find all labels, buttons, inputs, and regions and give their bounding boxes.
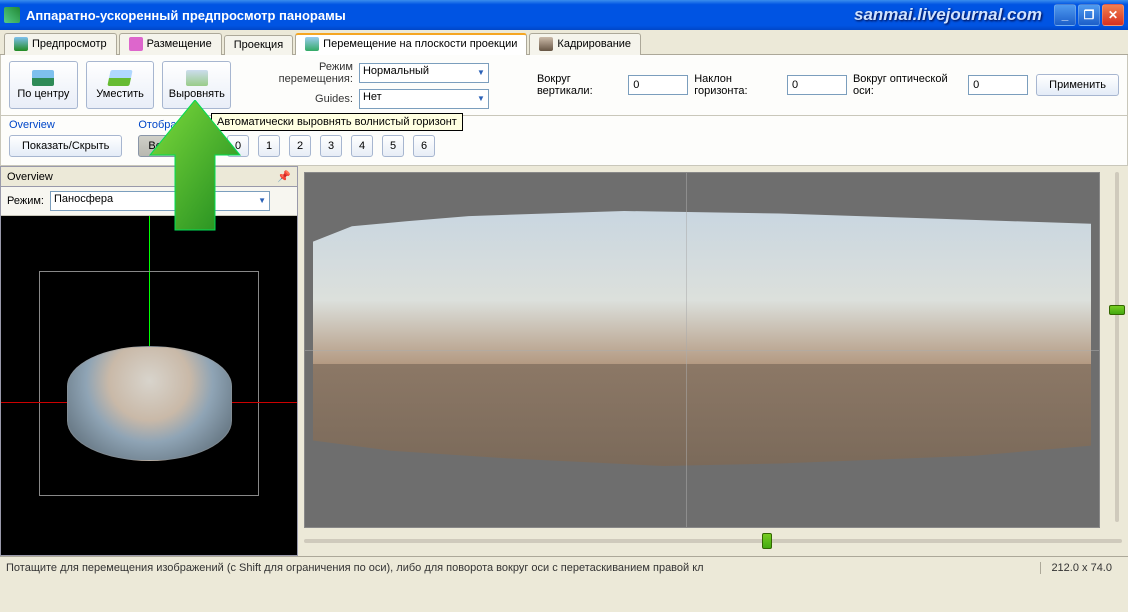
center-button[interactable]: По центру [9, 61, 78, 109]
layout-icon [129, 37, 143, 51]
image-btn-4[interactable]: 4 [351, 135, 373, 157]
panorama-preview[interactable] [304, 172, 1100, 528]
fit-icon [107, 70, 132, 86]
show-hide-button[interactable]: Показать/Скрыть [9, 135, 122, 157]
mode-form: Режим перемещения: Нормальный Guides: Не… [253, 61, 489, 109]
watermark: sanmai.livejournal.com [854, 5, 1042, 25]
status-coords: 212.0 x 74.0 [1040, 562, 1122, 574]
preview-panel [298, 166, 1128, 556]
center-icon [32, 70, 54, 86]
tab-strip: Предпросмотр Размещение Проекция Перемещ… [0, 30, 1128, 55]
tab-crop[interactable]: Кадрирование [529, 33, 641, 55]
move-mode-label: Режим перемещения: [253, 61, 353, 85]
guides-label: Guides: [253, 93, 353, 105]
guides-select[interactable]: Нет [359, 89, 489, 109]
image-btn-0[interactable]: 0 [227, 135, 249, 157]
tab-projection[interactable]: Проекция [224, 35, 293, 55]
align-icon [186, 70, 208, 86]
around-optical-label: Вокруг оптической оси: [853, 73, 962, 97]
move-icon [305, 37, 319, 51]
horizon-tilt-input[interactable] [787, 75, 847, 95]
work-area: Overview 📌 Режим: Паносфера [0, 166, 1128, 556]
preview-icon [14, 37, 28, 51]
image-number-row: 0 1 2 3 4 5 6 [227, 135, 435, 157]
pin-icon[interactable]: 📌 [277, 170, 291, 183]
image-btn-6[interactable]: 6 [413, 135, 435, 157]
app-icon [4, 7, 20, 23]
minimize-button[interactable]: _ [1054, 4, 1076, 26]
overview-thumbnail [67, 346, 232, 461]
overview-canvas[interactable] [1, 216, 297, 555]
apply-button[interactable]: Применить [1036, 74, 1119, 96]
align-button[interactable]: Выровнять [162, 61, 231, 109]
image-btn-2[interactable]: 2 [289, 135, 311, 157]
window-title: Аппаратно-ускоренный предпросмотр панора… [26, 8, 346, 23]
close-button[interactable]: ✕ [1102, 4, 1124, 26]
overview-mode-label: Режим: [7, 195, 44, 207]
status-hint: Потащите для перемещения изображений (с … [6, 562, 704, 574]
rotation-params: Вокруг вертикали: Наклон горизонта: Вокр… [537, 73, 1028, 97]
around-vertical-label: Вокруг вертикали: [537, 73, 622, 97]
all-button[interactable]: Все [138, 135, 177, 157]
overview-panel-header: Overview 📌 [1, 167, 297, 187]
title-bar: Аппаратно-ускоренный предпросмотр панора… [0, 0, 1128, 30]
none-button[interactable]: Нет [177, 135, 215, 157]
image-btn-1[interactable]: 1 [258, 135, 280, 157]
crop-icon [539, 37, 553, 51]
tab-preview[interactable]: Предпросмотр [4, 33, 117, 55]
overview-panel-title: Overview [7, 171, 53, 183]
vertical-slider-thumb[interactable] [1109, 305, 1125, 315]
horizontal-slider-thumb[interactable] [762, 533, 772, 549]
crosshair-horizontal [305, 350, 1099, 351]
overview-group-label: Overview [9, 119, 122, 131]
overview-group: Overview Показать/Скрыть [9, 119, 122, 157]
fit-button[interactable]: Уместить [86, 61, 155, 109]
vertical-slider[interactable] [1106, 166, 1128, 528]
around-vertical-input[interactable] [628, 75, 688, 95]
overview-panel: Overview 📌 Режим: Паносфера [0, 166, 298, 556]
panorama-image [313, 211, 1091, 466]
maximize-button[interactable]: ❐ [1078, 4, 1100, 26]
secondary-toolbar: Overview Показать/Скрыть Отображаемые сн… [0, 116, 1128, 166]
horizon-tilt-label: Наклон горизонта: [694, 73, 781, 97]
main-toolbar: По центру Уместить Выровнять Режим перем… [0, 55, 1128, 116]
overview-mode-select[interactable]: Паносфера [50, 191, 270, 211]
image-btn-3[interactable]: 3 [320, 135, 342, 157]
tab-move-on-projection[interactable]: Перемещение на плоскости проекции [295, 33, 527, 55]
overview-controls: Режим: Паносфера [1, 187, 297, 216]
status-bar: Потащите для перемещения изображений (с … [0, 556, 1128, 578]
around-optical-input[interactable] [968, 75, 1028, 95]
align-tooltip: Автоматически выровнять волнистый горизо… [211, 113, 463, 131]
move-mode-select[interactable]: Нормальный [359, 63, 489, 83]
tab-layout[interactable]: Размещение [119, 33, 222, 55]
image-btn-5[interactable]: 5 [382, 135, 404, 157]
horizontal-slider[interactable] [304, 530, 1122, 552]
all-none-toggle: Все Нет [138, 135, 215, 157]
